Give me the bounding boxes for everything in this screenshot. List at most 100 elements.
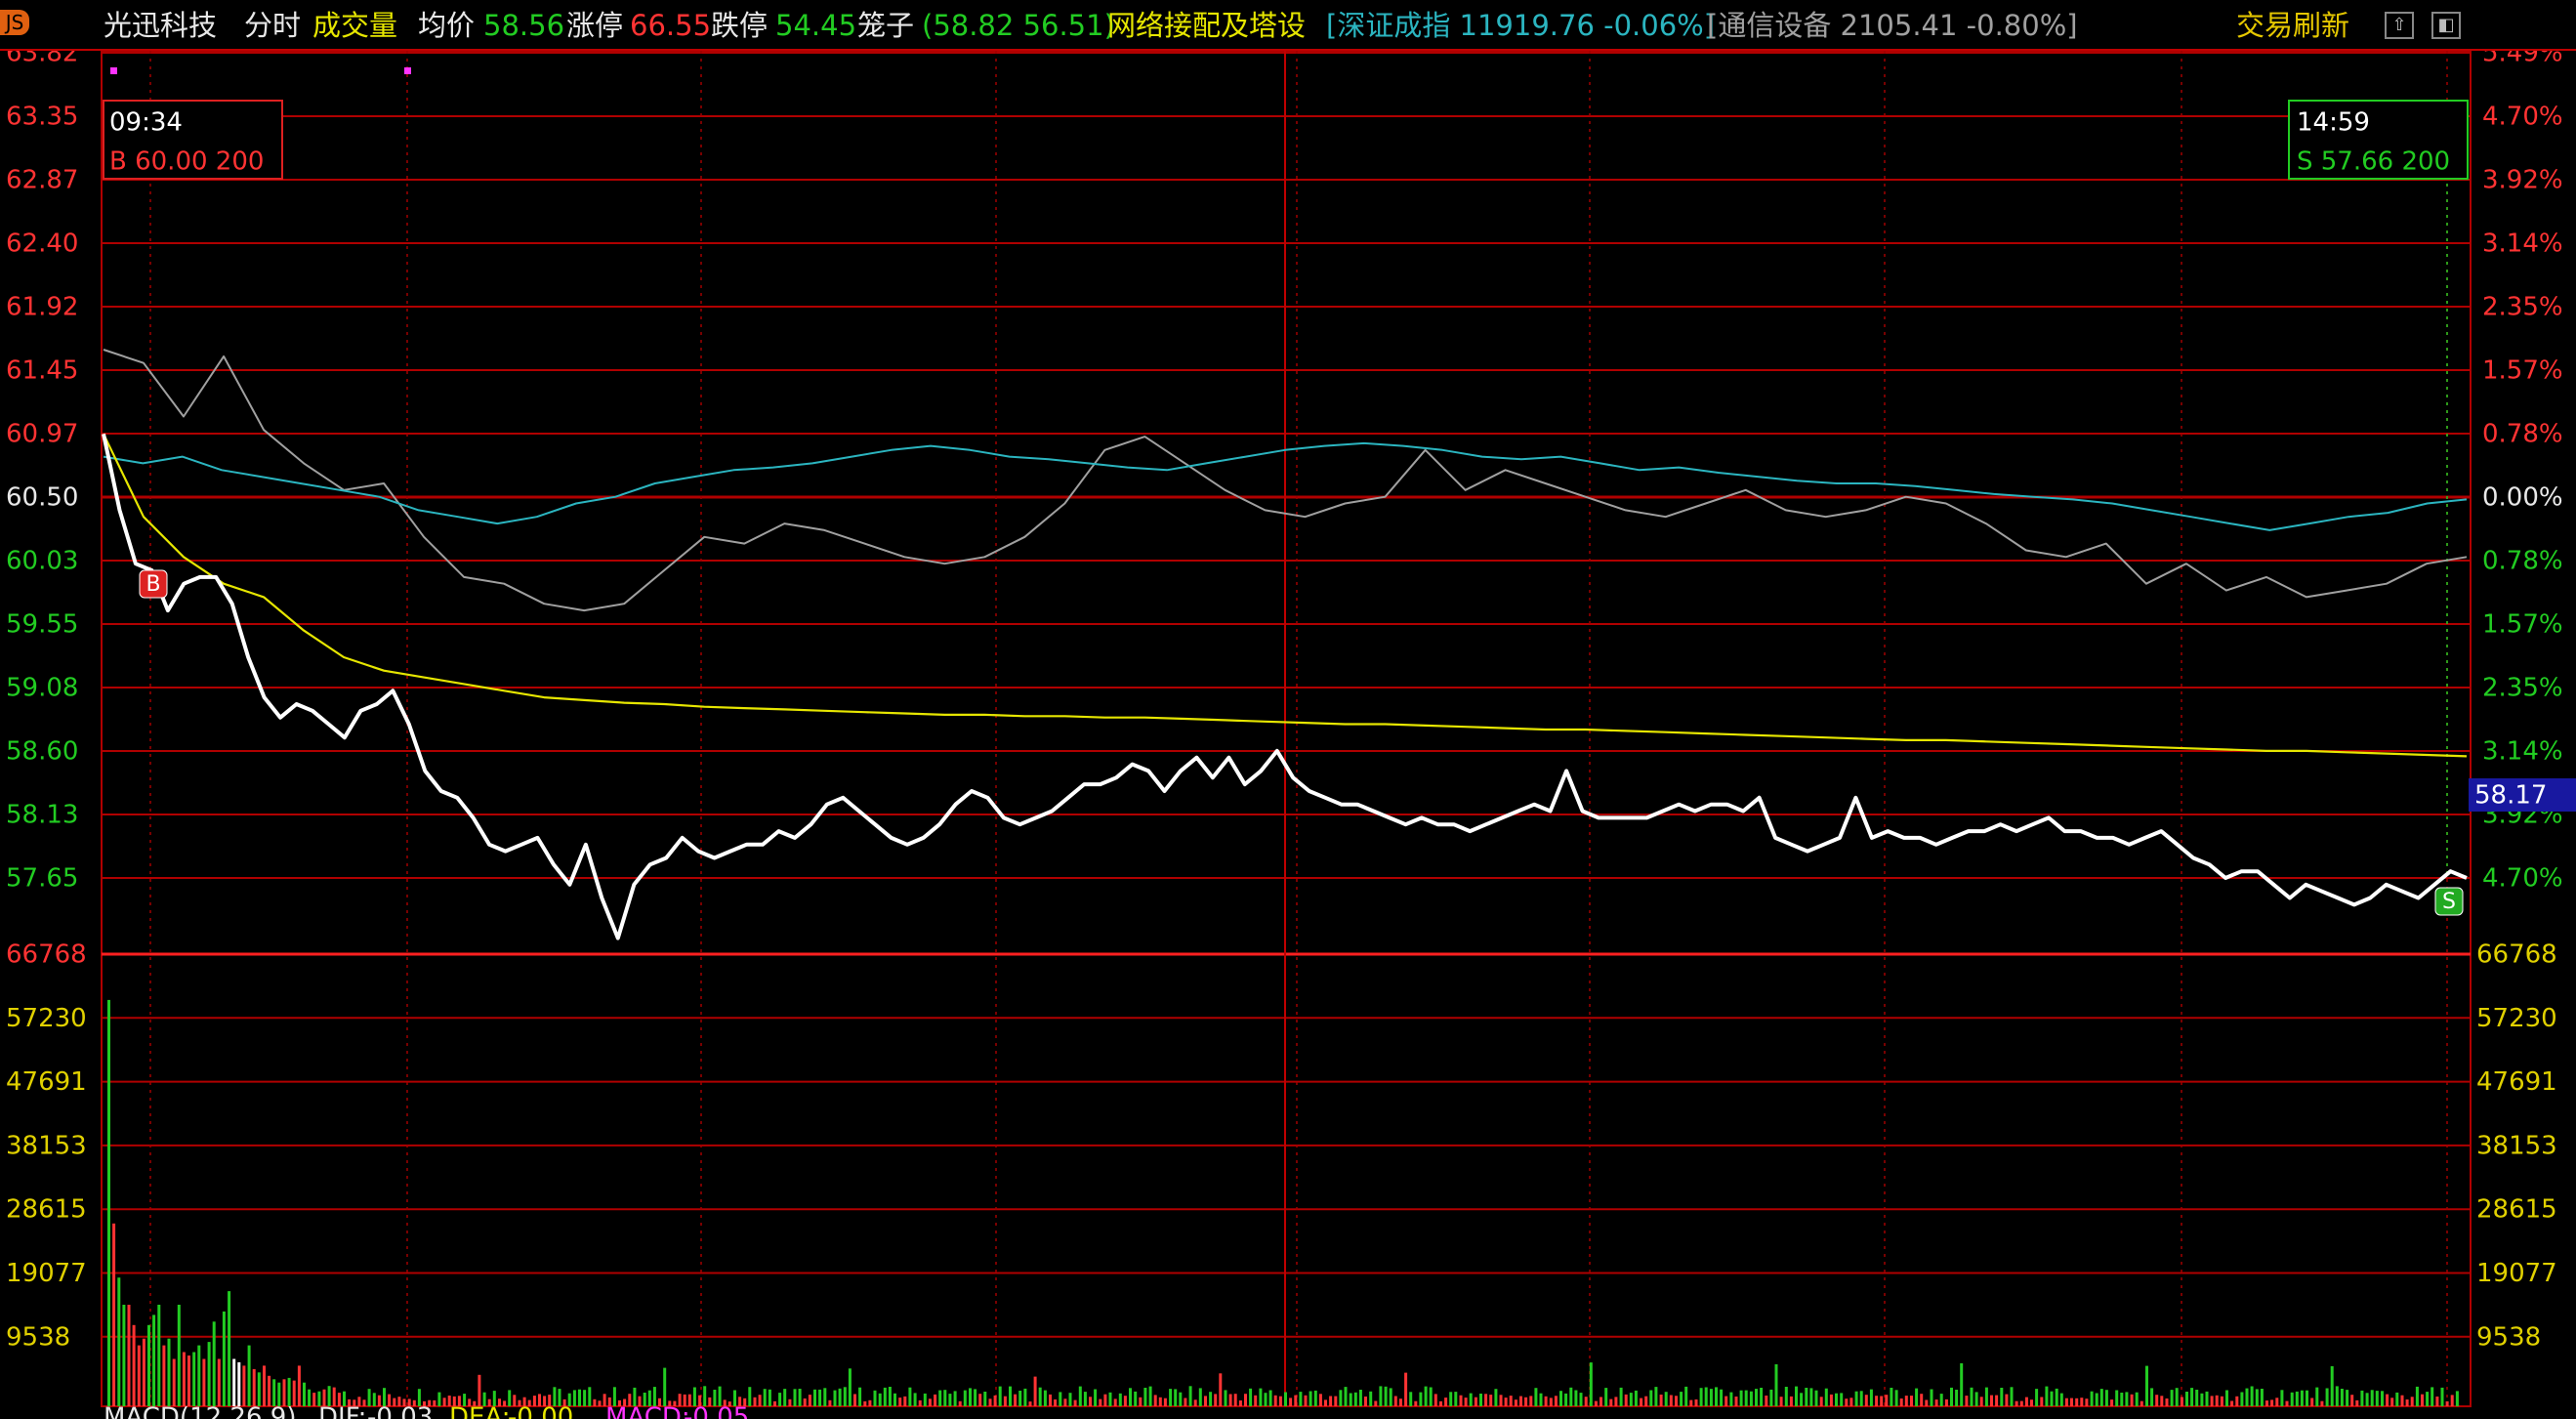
macd-value: -0.05	[684, 1403, 749, 1419]
volume-bar	[1694, 1399, 1698, 1406]
limit-down-value: 54.45	[775, 9, 857, 42]
volume-bar	[1704, 1387, 1708, 1406]
volume-bar	[1544, 1396, 1548, 1406]
volume-bar	[2064, 1398, 2068, 1406]
volume-bar	[1880, 1396, 1884, 1406]
pct-tick-label: 0.78%	[2482, 547, 2563, 576]
volume-bar	[1539, 1393, 1543, 1406]
volume-bar	[1014, 1394, 1018, 1406]
volume-bar	[2010, 1387, 2014, 1406]
volume-bar	[1384, 1386, 1388, 1406]
volume-bar	[263, 1365, 266, 1406]
volume-bar	[1600, 1397, 1602, 1406]
volume-bar	[1118, 1393, 1122, 1406]
trade-refresh-button[interactable]: 交易刷新	[2236, 0, 2349, 51]
volume-bar	[1739, 1390, 1743, 1406]
price-tick-label: 63.35	[6, 103, 78, 132]
chart-canvas[interactable]: 63.82 5.49%63.35 4.70%62.87 3.92%62.40 3.14%…	[0, 0, 2576, 1419]
volume-bar	[2180, 1397, 2183, 1406]
volume-bar	[1264, 1393, 1267, 1406]
volume-bar	[903, 1396, 907, 1406]
volume-bar	[2285, 1400, 2289, 1406]
expand-up-button[interactable]: ⇧	[2385, 12, 2414, 39]
volume-bar	[1278, 1396, 1282, 1406]
volume-bar	[2421, 1394, 2424, 1406]
sell-time: 14:59	[2297, 108, 2370, 138]
volume-bar	[1309, 1391, 1312, 1406]
volume-tick-label: 47691	[6, 1067, 87, 1097]
volume-bar	[1649, 1390, 1653, 1406]
volume-bar	[1238, 1400, 1242, 1406]
volume-bar	[768, 1389, 771, 1406]
volume-bar	[888, 1387, 892, 1406]
volume-bar	[1228, 1394, 1232, 1406]
volume-bar	[2275, 1398, 2279, 1406]
volume-bar	[868, 1399, 872, 1406]
volume-bar	[2170, 1390, 2174, 1406]
volume-bar	[948, 1394, 952, 1406]
volume-bar	[222, 1311, 226, 1406]
volume-tick-label: 47691	[2476, 1067, 2557, 1097]
volume-bar	[572, 1390, 576, 1406]
volume-tick-label: 38153	[2476, 1131, 2557, 1160]
volume-bar	[1358, 1390, 1362, 1406]
volume-bar	[1123, 1396, 1127, 1406]
volume-bar	[663, 1367, 667, 1406]
volume-bar	[1063, 1398, 1067, 1406]
sector-name[interactable]: 网络接配及塔设	[1107, 0, 1306, 51]
volume-bar	[1134, 1391, 1138, 1406]
volume-bar	[1113, 1398, 1117, 1406]
volume-bar	[192, 1352, 196, 1406]
stock-name[interactable]: 光迅科技	[104, 0, 217, 51]
pct-tick-label: 3.92%	[2482, 166, 2563, 195]
volume-bar	[2205, 1391, 2209, 1406]
index-shenzhen[interactable]: [深证成指 11919.76 -0.06%]	[1326, 0, 1715, 51]
price-tick-label: 59.55	[6, 610, 78, 640]
cage-label: 笼子	[857, 9, 915, 42]
volume-bar	[1398, 1398, 1402, 1406]
volume-bar	[1955, 1390, 1959, 1406]
volume-bar	[838, 1388, 842, 1406]
panel-toggle-button[interactable]: ◧	[2431, 12, 2461, 39]
app-logo-tab[interactable]: JS	[0, 10, 29, 35]
volume-bar	[1404, 1372, 1408, 1406]
volume-bar	[247, 1345, 251, 1406]
volume-bar	[1769, 1389, 1773, 1406]
volume-bar	[2125, 1392, 2129, 1406]
volume-bar	[1049, 1394, 1052, 1406]
volume-bar	[818, 1389, 822, 1406]
volume-bar	[823, 1388, 827, 1406]
volume-bar	[773, 1400, 776, 1406]
volume-bar	[1755, 1389, 1758, 1406]
volume-bar	[993, 1395, 997, 1406]
volume-bar	[2070, 1398, 2073, 1406]
volume-bar	[2310, 1398, 2314, 1406]
volume-bar	[1459, 1395, 1463, 1406]
volume-tick-label: 66768	[2476, 940, 2557, 970]
volume-bar	[1214, 1394, 1218, 1406]
tab-intraday[interactable]: 分时	[244, 0, 301, 51]
tab-volume[interactable]: 成交量	[312, 0, 397, 51]
volume-tick-label: 66768	[6, 940, 87, 970]
volume-bar	[2050, 1391, 2054, 1406]
volume-bar	[1869, 1389, 1873, 1406]
volume-bar	[1424, 1386, 1428, 1406]
volume-bar	[1244, 1394, 1247, 1406]
volume-bar	[2265, 1400, 2268, 1406]
volume-bar	[2350, 1395, 2354, 1406]
volume-bar	[2095, 1393, 2098, 1406]
index-telecom-equipment[interactable]: [通信设备 2105.41 -0.80%]	[1707, 0, 2078, 51]
price-tick-label: 61.92	[6, 293, 78, 322]
volume-bar	[1979, 1397, 1983, 1406]
volume-bar	[1779, 1397, 1783, 1406]
volume-bar	[117, 1277, 121, 1406]
volume-bar	[1504, 1398, 1508, 1406]
volume-bar	[1344, 1387, 1348, 1406]
volume-bar	[1829, 1394, 1833, 1406]
volume-bar	[1809, 1388, 1813, 1406]
volume-bar	[1334, 1396, 1338, 1406]
volume-bar	[1479, 1394, 1482, 1406]
volume-bar	[1494, 1389, 1498, 1406]
volume-bar	[1059, 1392, 1062, 1406]
panel-icon: ◧	[2437, 15, 2455, 35]
